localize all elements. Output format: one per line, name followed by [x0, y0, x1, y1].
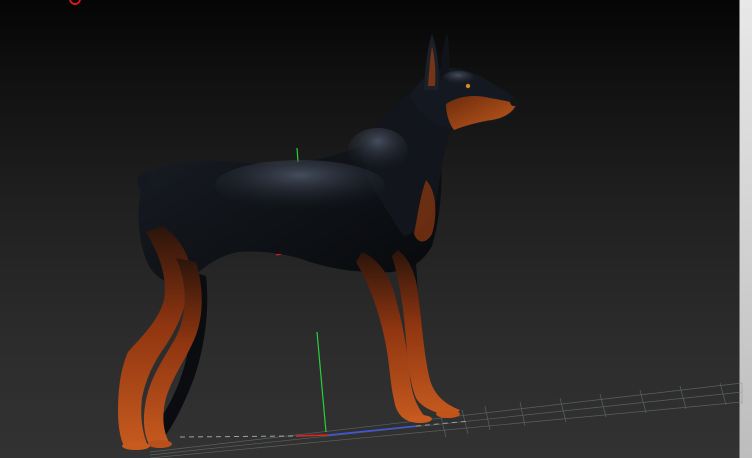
gizmo-y-axis-upper	[296, 147, 299, 163]
dog-eye-icon	[465, 83, 471, 89]
gizmo-y-axis[interactable]	[316, 331, 327, 433]
head-sheen	[442, 71, 474, 85]
gizmo-x-axis[interactable]	[295, 434, 329, 437]
paw-hind-left	[148, 440, 172, 448]
paw-front-left	[436, 410, 460, 418]
paw-front-right	[408, 415, 432, 423]
floor-grid	[149, 382, 743, 458]
scene-canvas[interactable]	[0, 0, 752, 458]
body-sheen	[215, 160, 385, 210]
gizmo-z-axis[interactable]	[327, 425, 417, 436]
doberman-model[interactable]	[118, 32, 518, 450]
dog-muzzle-tan	[446, 96, 516, 130]
paw-hind-right	[122, 442, 150, 450]
shoulder-sheen	[348, 128, 408, 172]
dog-nose	[510, 98, 518, 106]
3d-viewport[interactable]	[0, 0, 752, 458]
dog-tail	[137, 171, 150, 193]
